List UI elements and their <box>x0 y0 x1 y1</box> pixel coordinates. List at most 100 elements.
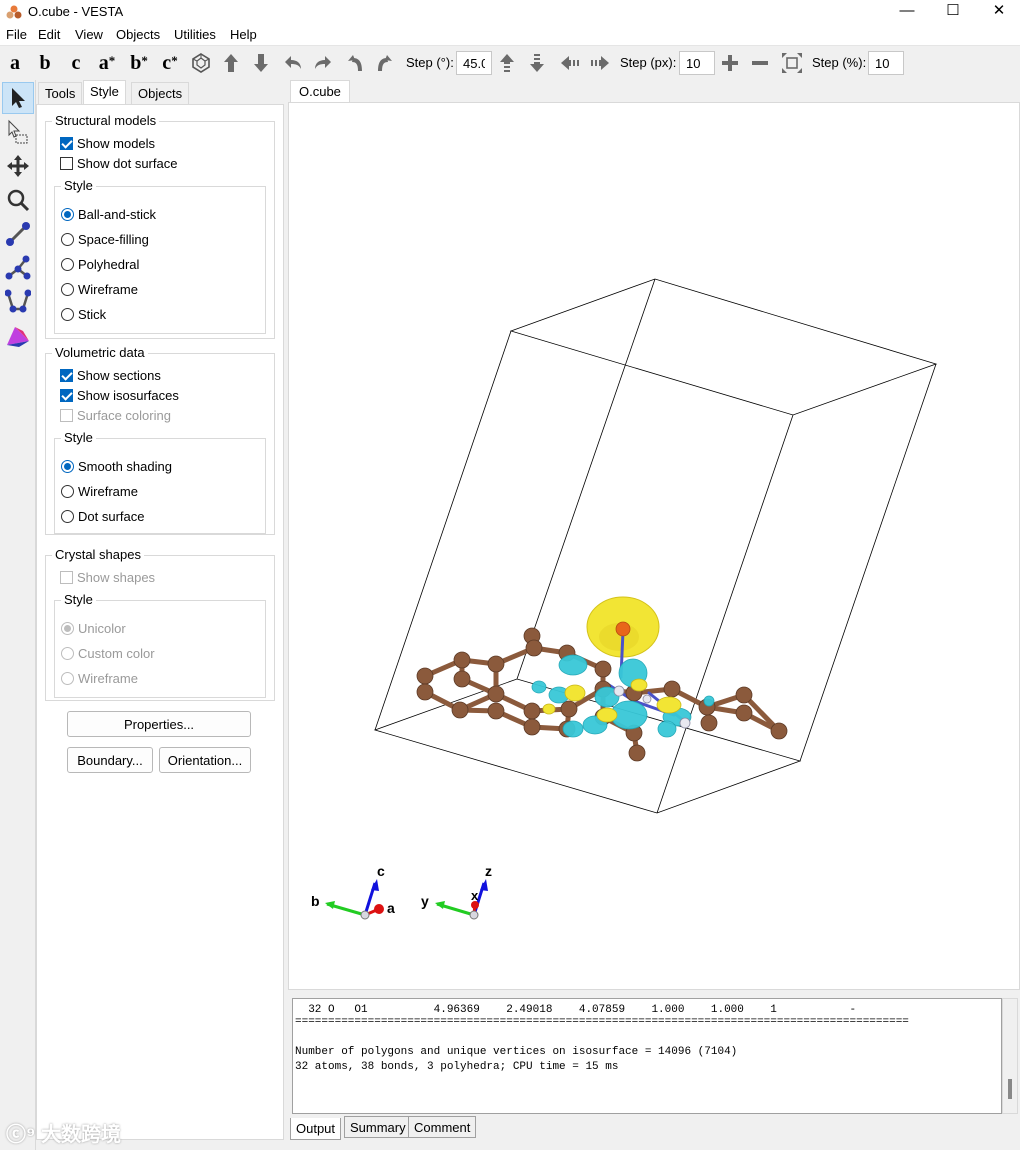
menu-utilities[interactable]: Utilities <box>174 27 216 42</box>
menu-edit[interactable]: Edit <box>38 27 60 42</box>
tab-comment[interactable]: Comment <box>408 1116 477 1138</box>
style-tab-body: Structural models Show models Show dot s… <box>36 104 284 1140</box>
tab-style[interactable]: Style <box>83 80 126 104</box>
dashed-arrow-left-icon <box>561 56 579 70</box>
translate-down-button[interactable] <box>526 50 548 76</box>
rotate-down-button[interactable] <box>248 50 274 76</box>
translate-up-button[interactable] <box>496 50 518 76</box>
space-filling-radio[interactable]: Space-filling <box>61 232 149 247</box>
rotate-ccw-button[interactable] <box>342 50 368 76</box>
boundary-button[interactable]: Boundary... <box>67 747 153 773</box>
rotate-cw-button[interactable] <box>372 50 398 76</box>
checkbox-checked-icon <box>60 137 73 150</box>
radio-icon <box>61 485 74 498</box>
magnify-tool-button[interactable] <box>2 184 34 216</box>
select-rectangle-tool-button[interactable] <box>2 116 34 148</box>
volumetric-wireframe-radio[interactable]: Wireframe <box>61 484 138 499</box>
view-along-b-button[interactable]: b <box>32 50 58 76</box>
maximize-icon: ☐ <box>946 2 960 19</box>
view-along-a-button[interactable]: a <box>2 50 28 76</box>
translate-tool-button[interactable] <box>2 150 34 182</box>
lattice-plane-icon <box>7 327 29 347</box>
lattice-plane-tool-button[interactable] <box>2 320 34 352</box>
toolbar: a b c a* b* c* Step (°): Step (px): Step… <box>0 46 1020 80</box>
smooth-shading-radio[interactable]: Smooth shading <box>61 459 172 474</box>
zoom-out-button[interactable] <box>748 50 772 76</box>
tab-tools[interactable]: Tools <box>38 82 83 104</box>
crystal-wireframe-radio[interactable]: Wireframe <box>61 671 138 686</box>
output-text-area[interactable]: 32 O O1 4.96369 2.49018 4.07859 1.000 1.… <box>292 998 1002 1114</box>
rotate-left-button[interactable] <box>280 50 306 76</box>
maximize-button[interactable]: ☐ <box>930 0 976 24</box>
radio-selected-icon <box>61 208 74 221</box>
checkbox-unchecked-icon <box>60 157 73 170</box>
properties-button[interactable]: Properties... <box>67 711 251 737</box>
tab-output[interactable]: Output <box>290 1118 342 1140</box>
menu-file[interactable]: File <box>6 27 27 42</box>
step-degree-input[interactable] <box>456 51 492 75</box>
ball-and-stick-radio[interactable]: Ball-and-stick <box>61 207 156 222</box>
view-along-c-button[interactable]: c <box>63 50 89 76</box>
title-bar: O.cube - VESTA — ☐ ✕ <box>0 0 1020 24</box>
panel-tabs: Tools Style Objects <box>36 80 284 104</box>
menu-objects[interactable]: Objects <box>116 27 160 42</box>
distance-tool-button[interactable] <box>2 218 34 250</box>
step-px-input[interactable] <box>679 51 715 75</box>
axis-label-b: b <box>311 893 320 909</box>
volumetric-data-group: Volumetric data Show sections Show isosu… <box>45 345 275 535</box>
translate-right-button[interactable] <box>588 50 612 76</box>
unit-cell-box <box>373 278 938 814</box>
structure-viewport[interactable]: b c a y z x <box>288 102 1020 990</box>
rotate-right-button[interactable] <box>310 50 336 76</box>
tab-ocube[interactable]: O.cube <box>290 80 350 102</box>
standard-orientation-button[interactable] <box>188 50 214 76</box>
show-isosurfaces-checkbox[interactable]: Show isosurfaces <box>60 388 179 403</box>
show-models-checkbox[interactable]: Show models <box>60 136 155 151</box>
show-sections-checkbox[interactable]: Show sections <box>60 368 161 383</box>
checkbox-disabled-icon <box>60 571 73 584</box>
orientation-button[interactable]: Orientation... <box>159 747 251 773</box>
zoom-in-button[interactable] <box>718 50 742 76</box>
custom-color-radio[interactable]: Custom color <box>61 646 155 661</box>
radio-icon <box>61 308 74 321</box>
menu-view[interactable]: View <box>75 27 103 42</box>
output-scrollbar[interactable] <box>1002 998 1018 1114</box>
tab-summary[interactable]: Summary <box>344 1116 412 1138</box>
curved-arrow-right-icon <box>315 56 331 69</box>
wireframe-radio[interactable]: Wireframe <box>61 282 138 297</box>
fit-to-screen-button[interactable] <box>779 50 805 76</box>
unicolor-radio[interactable]: Unicolor <box>61 621 126 636</box>
minimize-button[interactable]: — <box>884 0 930 24</box>
group-title: Structural models <box>52 113 160 128</box>
view-along-a-star-button[interactable]: a * <box>94 50 120 76</box>
surface-coloring-checkbox[interactable]: Surface coloring <box>60 408 171 423</box>
polyhedron-icon <box>192 53 210 73</box>
tool-strip <box>0 80 36 1150</box>
tab-objects[interactable]: Objects <box>131 82 190 104</box>
angle-tool-button[interactable] <box>2 252 34 284</box>
watermark-text: ⓒ⁹ 大数跨境 <box>6 1124 122 1146</box>
stick-radio[interactable]: Stick <box>61 307 106 322</box>
view-along-c-star-button[interactable]: c * <box>157 50 183 76</box>
oxygen-atom <box>615 621 631 637</box>
show-shapes-checkbox[interactable]: Show shapes <box>60 570 155 585</box>
dot-surface-radio[interactable]: Dot surface <box>61 509 144 524</box>
scrollbar-thumb[interactable] <box>1008 1079 1012 1099</box>
dihedral-tool-button[interactable] <box>2 286 34 318</box>
show-dot-surface-checkbox[interactable]: Show dot surface <box>60 156 177 171</box>
step-percent-input[interactable] <box>868 51 904 75</box>
crystal-structure-render: b c a y z x <box>311 278 938 920</box>
radio-selected-icon <box>61 460 74 473</box>
checkbox-checked-icon <box>60 369 73 382</box>
close-button[interactable]: ✕ <box>976 0 1020 24</box>
select-tool-button[interactable] <box>2 82 34 114</box>
menu-help[interactable]: Help <box>230 27 257 42</box>
cursor-select-box-icon <box>8 119 28 144</box>
view-along-b-star-button[interactable]: b * <box>126 50 152 76</box>
rotate-up-button[interactable] <box>218 50 244 76</box>
volumetric-style-group: Style Smooth shading Wireframe Dot surfa… <box>54 430 266 534</box>
close-icon: ✕ <box>992 2 1006 19</box>
polyhedral-radio[interactable]: Polyhedral <box>61 257 139 272</box>
translate-left-button[interactable] <box>558 50 582 76</box>
structural-models-group: Structural models Show models Show dot s… <box>45 113 275 339</box>
